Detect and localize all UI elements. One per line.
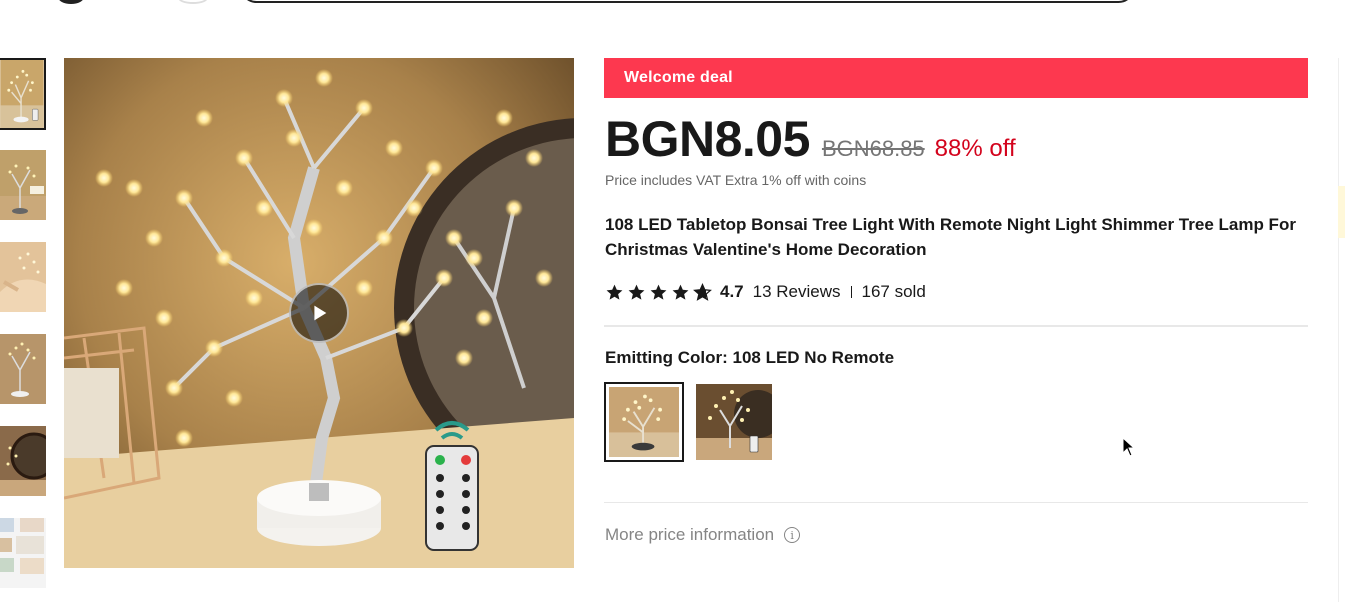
vat-note: Price includes VAT Extra 1% off with coi… (605, 172, 867, 188)
thumbnail-image (0, 426, 46, 496)
sku-label: Emitting Color: 108 LED No Remote (605, 348, 895, 367)
discount-label: 88% off (934, 135, 1016, 162)
thumbnail-image (0, 60, 44, 128)
sku-image (696, 384, 772, 460)
original-price: BGN68.85 (821, 136, 925, 161)
separator (850, 286, 852, 298)
site-logo[interactable] (58, 0, 84, 4)
rating-row: 4.7 13 Reviews 167 sold (605, 280, 926, 304)
search-bar[interactable] (240, 0, 1135, 3)
sold-count: 167 sold (861, 282, 926, 301)
play-video-button[interactable] (289, 283, 349, 343)
divider (604, 325, 1308, 327)
star-icon (650, 284, 667, 300)
thumbnail-image (0, 334, 46, 404)
thumbnail-image (0, 242, 46, 312)
more-price-information[interactable]: More price information i (605, 525, 801, 545)
star-icon (672, 284, 689, 300)
current-price: BGN8.05 (605, 111, 810, 167)
star-half-icon (693, 282, 712, 301)
welcome-deal-banner: Welcome deal (604, 58, 1308, 98)
panel-edge (1338, 58, 1339, 602)
rating-stars[interactable] (605, 282, 712, 302)
star-icon (628, 284, 645, 300)
thumbnail-2[interactable] (0, 150, 46, 220)
main-product-image[interactable] (64, 58, 574, 568)
sku-option-with-remote[interactable] (696, 384, 772, 460)
reviews-link[interactable]: 13 Reviews (753, 282, 841, 302)
product-title: 108 LED Tabletop Bonsai Tree Light With … (605, 215, 1296, 259)
thumbnail-image (0, 518, 46, 588)
side-accent (1338, 186, 1345, 238)
rating-value: 4.7 (720, 282, 744, 301)
sku-options (604, 382, 772, 462)
price-row: BGN8.05 BGN68.85 88% off (605, 110, 1016, 168)
thumbnail-6[interactable] (0, 518, 46, 588)
thumbnail-image (0, 150, 46, 220)
mouse-cursor-icon (1122, 437, 1136, 457)
divider (604, 502, 1308, 503)
thumbnail-4[interactable] (0, 334, 46, 404)
more-price-label: More price information (605, 525, 775, 544)
star-icon (606, 284, 623, 300)
thumbnail-3[interactable] (0, 242, 46, 312)
sku-image (609, 387, 679, 457)
thumbnail-1[interactable] (0, 58, 46, 130)
thumbnail-strip (0, 58, 46, 602)
play-icon (314, 305, 327, 321)
sku-option-108-led-no-remote[interactable] (604, 382, 684, 462)
logo-mark (178, 0, 208, 4)
thumbnail-5[interactable] (0, 426, 46, 496)
info-icon[interactable]: i (784, 527, 801, 543)
